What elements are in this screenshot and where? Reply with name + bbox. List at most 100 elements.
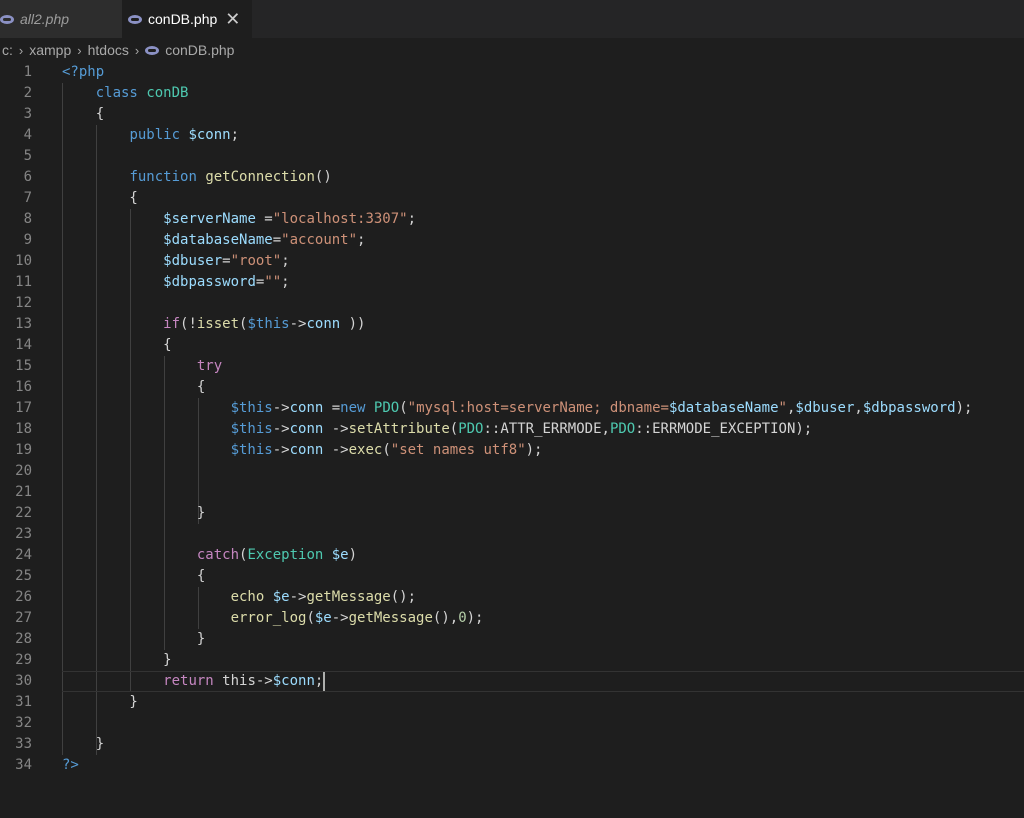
tab-bar: all2.php conDB.php ✕ xyxy=(0,0,1024,38)
code-token: { xyxy=(62,190,138,206)
code-line[interactable]: 2 class conDB xyxy=(0,83,1024,104)
code-token: "localhost:3307" xyxy=(272,211,408,227)
line-number: 26 xyxy=(15,589,32,605)
code-token: "set names utf8" xyxy=(390,442,526,458)
line-number: 11 xyxy=(15,274,32,290)
code-token: ?> xyxy=(62,757,79,773)
code-token: ( xyxy=(449,421,459,437)
code-line[interactable]: 17 $this->conn =new PDO("mysql:host=serv… xyxy=(0,398,1024,419)
code-token: ; xyxy=(281,253,290,269)
line-code: catch(Exception $e) xyxy=(62,545,357,566)
code-line[interactable]: 30 return this->$conn; xyxy=(0,671,1024,692)
code-line[interactable]: 10 $dbuser="root"; xyxy=(0,251,1024,272)
code-line[interactable]: 3 { xyxy=(0,104,1024,125)
code-line[interactable]: 8 $serverName ="localhost:3307"; xyxy=(0,209,1024,230)
code-line[interactable]: 18 $this->conn ->setAttribute(PDO::ATTR_… xyxy=(0,419,1024,440)
code-token: $conn xyxy=(272,673,315,689)
line-number: 19 xyxy=(15,442,32,458)
breadcrumb-item-drive[interactable]: c: xyxy=(2,42,13,58)
code-token: exec xyxy=(348,442,383,458)
line-code: { xyxy=(62,566,205,587)
code-token: = xyxy=(222,253,231,269)
line-number: 34 xyxy=(15,757,32,773)
line-code: $this->conn ->exec("set names utf8"); xyxy=(62,440,543,461)
line-number: 3 xyxy=(23,106,32,122)
code-line[interactable]: 22 } xyxy=(0,503,1024,524)
line-code: if(!isset($this->conn )) xyxy=(62,314,365,335)
code-line[interactable]: 14 { xyxy=(0,335,1024,356)
code-token: " xyxy=(778,400,787,416)
code-token: , xyxy=(854,400,863,416)
code-line[interactable]: 16 { xyxy=(0,377,1024,398)
line-number: 5 xyxy=(23,148,32,164)
code-line[interactable]: 23 xyxy=(0,524,1024,545)
code-token: $dbpassword xyxy=(862,400,956,416)
line-number: 8 xyxy=(23,211,32,227)
code-token: return xyxy=(163,673,214,689)
code-line[interactable]: 34 ?> xyxy=(0,755,1024,776)
code-line[interactable]: 11 $dbpassword=""; xyxy=(0,272,1024,293)
code-token: public xyxy=(129,127,181,143)
code-line[interactable]: 12 xyxy=(0,293,1024,314)
code-token: $serverName xyxy=(163,211,256,227)
code-token: <?php xyxy=(62,64,105,80)
line-code: { xyxy=(62,377,205,398)
code-line[interactable]: 9 $databaseName="account"; xyxy=(0,230,1024,251)
code-line[interactable]: 27 error_log($e->getMessage(),0); xyxy=(0,608,1024,629)
line-number: 30 xyxy=(15,673,32,689)
code-line[interactable]: 25 { xyxy=(0,566,1024,587)
code-line[interactable]: 24 catch(Exception $e) xyxy=(0,545,1024,566)
code-line[interactable]: 7 { xyxy=(0,188,1024,209)
line-code: class conDB xyxy=(62,83,189,104)
line-code: } xyxy=(62,734,104,755)
code-line[interactable]: 4 public $conn; xyxy=(0,125,1024,146)
code-line[interactable]: 21 xyxy=(0,482,1024,503)
code-token: PDO xyxy=(609,421,636,437)
code-token: (), xyxy=(432,610,459,626)
code-token: ); xyxy=(466,610,484,626)
line-number: 4 xyxy=(23,127,32,143)
line-code: { xyxy=(62,188,138,209)
code-token: conDB xyxy=(146,85,189,101)
code-token: error_log xyxy=(230,610,307,626)
code-token: this-> xyxy=(213,673,273,689)
tab-all2-php[interactable]: all2.php xyxy=(0,0,122,38)
code-line[interactable]: 5 xyxy=(0,146,1024,167)
line-number: 33 xyxy=(15,736,32,752)
code-token: PDO xyxy=(458,421,484,437)
close-icon[interactable]: ✕ xyxy=(225,10,240,28)
code-token: "root" xyxy=(230,253,282,269)
code-line[interactable]: 32 xyxy=(0,713,1024,734)
code-token: $databaseName xyxy=(668,400,779,416)
breadcrumb-item-htdocs[interactable]: htdocs xyxy=(88,42,129,58)
code-line[interactable]: 28 } xyxy=(0,629,1024,650)
line-number: 16 xyxy=(15,379,32,395)
line-number: 27 xyxy=(15,610,32,626)
code-line[interactable]: 13 if(!isset($this->conn )) xyxy=(0,314,1024,335)
code-line[interactable]: 19 $this->conn ->exec("set names utf8"); xyxy=(0,440,1024,461)
line-number: 18 xyxy=(15,421,32,437)
code-line[interactable]: 29 } xyxy=(0,650,1024,671)
line-code: } xyxy=(62,692,137,713)
line-number: 13 xyxy=(15,316,32,332)
code-token: setAttribute xyxy=(348,421,450,437)
code-line[interactable]: 31 } xyxy=(0,692,1024,713)
code-line[interactable]: 26 echo $e->getMessage(); xyxy=(0,587,1024,608)
breadcrumb-item-file[interactable]: conDB.php xyxy=(165,42,234,58)
breadcrumb-item-xampp[interactable]: xampp xyxy=(29,42,71,58)
code-editor[interactable]: 1 <?php 2 class conDB 3 {4 public $conn; 5 6 … xyxy=(0,62,1024,818)
code-line[interactable]: 15 try xyxy=(0,356,1024,377)
code-token: ::ERRMODE_EXCEPTION); xyxy=(635,421,813,437)
code-line[interactable]: 20 xyxy=(0,461,1024,482)
code-line[interactable]: 6 function getConnection() xyxy=(0,167,1024,188)
code-line[interactable]: 1 <?php xyxy=(0,62,1024,83)
code-line[interactable]: 33 } xyxy=(0,734,1024,755)
tab-condb-php[interactable]: conDB.php ✕ xyxy=(122,0,252,38)
chevron-right-icon: › xyxy=(18,42,24,58)
code-token: } xyxy=(62,631,206,647)
